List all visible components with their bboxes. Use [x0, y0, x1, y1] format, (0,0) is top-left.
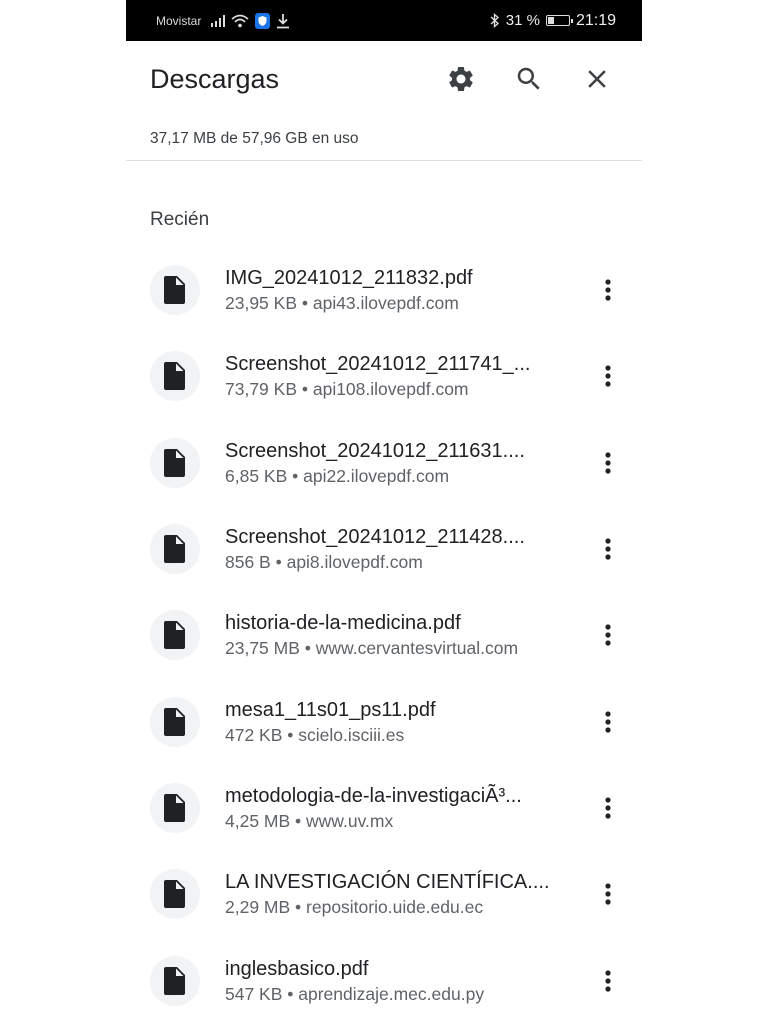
file-name: Screenshot_20241012_211631....	[225, 439, 525, 462]
section-title: Recién	[150, 209, 210, 230]
file-icon-container	[150, 610, 200, 661]
settings-icon	[449, 67, 473, 91]
more-options-button[interactable]	[590, 874, 626, 914]
file-meta: 23,95 KB • api43.ilovepdf.com	[225, 293, 459, 314]
file-icon	[164, 276, 185, 305]
file-icon-container	[150, 524, 200, 575]
signal-icon	[211, 14, 226, 27]
more-options-button[interactable]	[590, 356, 626, 396]
search-icon	[517, 67, 540, 90]
file-icon	[164, 362, 185, 391]
file-icon-container	[150, 351, 200, 402]
more-vert-icon	[605, 538, 611, 560]
file-name: historia-de-la-medicina.pdf	[225, 612, 461, 635]
list-item[interactable]: historia-de-la-medicina.pdf 23,75 MB • w…	[126, 592, 642, 678]
file-name: mesa1_11s01_ps11.pdf	[225, 698, 436, 721]
more-options-button[interactable]	[590, 270, 626, 310]
file-icon-container	[150, 437, 200, 488]
file-name: inglesbasico.pdf	[225, 957, 369, 980]
file-meta: 2,29 MB • repositorio.uide.edu.ec	[225, 897, 484, 918]
more-options-button[interactable]	[590, 529, 626, 569]
more-options-button[interactable]	[590, 702, 626, 742]
file-icon-container	[150, 955, 200, 1006]
downloads-list: IMG_20241012_211832.pdf 23,95 KB • api43…	[126, 247, 642, 1024]
list-item[interactable]: metodologia-de-la-investigaciÃ³... 4,25 …	[126, 765, 642, 851]
file-meta: 4,25 MB • www.uv.mx	[225, 810, 394, 831]
list-item[interactable]: Screenshot_20241012_211428.... 856 B • a…	[126, 506, 642, 592]
more-vert-icon	[605, 969, 611, 992]
more-vert-icon	[605, 711, 611, 733]
file-meta: 472 KB • scielo.isciii.es	[225, 724, 405, 745]
more-options-button[interactable]	[590, 961, 626, 1001]
list-item[interactable]: IMG_20241012_211832.pdf 23,95 KB • api43…	[126, 247, 642, 333]
file-icon	[164, 793, 185, 822]
app-bar: Descargas	[126, 41, 642, 117]
close-button[interactable]	[578, 60, 616, 98]
more-options-button[interactable]	[590, 615, 626, 655]
downloads-screen: Movistar 31 % 21:19 Descargas 37,17 MB d…	[126, 0, 642, 1024]
file-icon-container	[150, 265, 200, 316]
file-icon	[164, 621, 185, 650]
list-item[interactable]: Screenshot_20241012_211741_... 73,79 KB …	[126, 333, 642, 419]
file-name: IMG_20241012_211832.pdf	[225, 267, 473, 290]
more-vert-icon	[605, 452, 611, 474]
battery-percent: 31 %	[505, 12, 540, 29]
file-name: Screenshot_20241012_211741_...	[225, 353, 531, 376]
file-meta: 23,75 MB • www.cervantesvirtual.com	[225, 638, 519, 659]
more-vert-icon	[605, 883, 611, 905]
download-icon	[276, 13, 290, 29]
list-item[interactable]: LA INVESTIGACIÓN CIENTÍFICA.... 2,29 MB …	[126, 851, 642, 937]
carrier-label: Movistar	[156, 13, 202, 28]
file-icon	[164, 535, 185, 564]
more-vert-icon	[605, 365, 611, 388]
status-bar: Movistar 31 % 21:19	[126, 0, 642, 41]
list-item[interactable]: Screenshot_20241012_211631.... 6,85 KB •…	[126, 420, 642, 506]
file-icon	[164, 880, 185, 909]
file-icon	[164, 448, 185, 477]
shield-icon	[255, 12, 271, 29]
more-vert-icon	[605, 797, 611, 819]
close-icon	[588, 70, 606, 88]
page-title: Descargas	[150, 63, 280, 94]
file-icon-container	[150, 782, 200, 833]
more-vert-icon	[605, 279, 611, 301]
file-name: metodologia-de-la-investigaciÃ³...	[225, 784, 522, 807]
file-icon	[164, 966, 185, 995]
file-meta: 547 KB • aprendizaje.mec.edu.py	[225, 983, 485, 1004]
file-name: LA INVESTIGACIÓN CIENTÍFICA....	[225, 871, 550, 894]
list-item[interactable]: mesa1_11s01_ps11.pdf 472 KB • scielo.isc…	[126, 678, 642, 764]
more-options-button[interactable]	[590, 443, 626, 483]
more-vert-icon	[605, 624, 611, 646]
settings-button[interactable]	[442, 60, 480, 98]
file-meta: 6,85 KB • api22.ilovepdf.com	[225, 465, 450, 486]
file-icon-container	[150, 696, 200, 747]
file-meta: 73,79 KB • api108.ilovepdf.com	[225, 379, 469, 400]
storage-usage: 37,17 MB de 57,96 GB en uso	[126, 117, 642, 161]
file-name: Screenshot_20241012_211428....	[225, 526, 525, 549]
list-item[interactable]: inglesbasico.pdf 547 KB • aprendizaje.me…	[126, 937, 642, 1023]
more-options-button[interactable]	[590, 788, 626, 828]
bluetooth-icon	[490, 13, 500, 28]
file-icon-container	[150, 869, 200, 920]
file-meta: 856 B • api8.ilovepdf.com	[225, 552, 423, 573]
search-button[interactable]	[510, 60, 548, 98]
wifi-icon	[231, 14, 249, 28]
clock: 21:19	[575, 11, 616, 29]
file-icon	[164, 707, 185, 736]
battery-icon	[545, 15, 573, 26]
